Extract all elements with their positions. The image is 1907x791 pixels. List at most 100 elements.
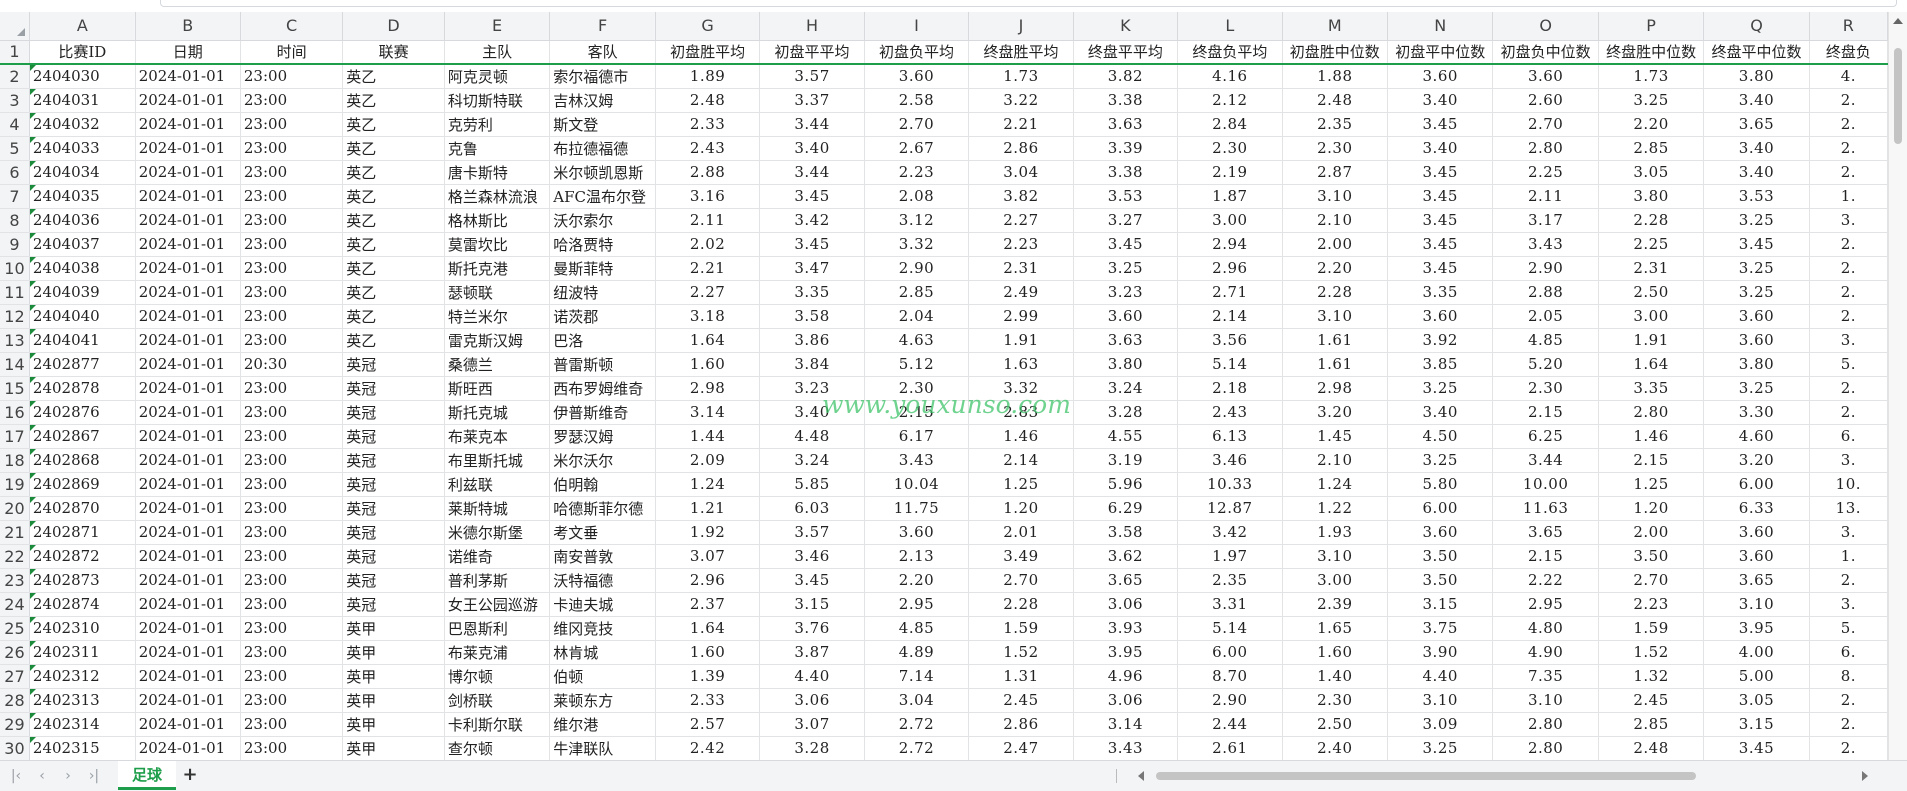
table-cell[interactable]: 6. — [1809, 640, 1888, 665]
table-cell[interactable]: 1.52 — [968, 640, 1074, 665]
table-cell[interactable]: 3.00 — [1598, 304, 1705, 329]
header-cell[interactable]: 初盘胜中位数 — [1282, 40, 1389, 65]
table-cell[interactable]: 女王公园巡游 — [444, 592, 551, 617]
table-cell[interactable]: 3.65 — [1703, 112, 1810, 137]
table-cell[interactable]: 3.07 — [655, 544, 761, 569]
table-cell[interactable]: 3.80 — [1703, 352, 1810, 377]
table-cell[interactable]: 3.60 — [864, 64, 970, 89]
table-cell[interactable]: 1.91 — [968, 328, 1074, 353]
table-cell[interactable]: 2.58 — [864, 88, 970, 113]
table-cell[interactable]: 1. — [1809, 184, 1888, 209]
table-cell[interactable]: 沃特福德 — [549, 568, 656, 593]
column-header[interactable]: A — [29, 12, 136, 41]
table-cell[interactable]: 莱顿东方 — [549, 688, 656, 713]
table-cell[interactable]: 3. — [1809, 448, 1888, 473]
table-cell[interactable]: 英甲 — [342, 616, 445, 641]
table-cell[interactable]: 2402314 — [29, 712, 136, 737]
table-cell[interactable]: 2404034 — [29, 160, 136, 185]
table-cell[interactable]: 2.95 — [1492, 592, 1599, 617]
table-cell[interactable]: 2.49 — [968, 280, 1074, 305]
table-cell[interactable]: 2402871 — [29, 520, 136, 545]
table-cell[interactable]: 3.15 — [1387, 592, 1494, 617]
table-cell[interactable]: 2024-01-01 — [135, 568, 241, 593]
table-cell[interactable]: 3.12 — [864, 208, 970, 233]
table-cell[interactable]: 2404041 — [29, 328, 136, 353]
select-all-corner[interactable] — [0, 12, 30, 41]
table-cell[interactable]: 1.44 — [655, 424, 761, 449]
column-header[interactable]: H — [759, 12, 865, 41]
table-cell[interactable]: 2.11 — [1492, 184, 1599, 209]
table-cell[interactable]: 2.30 — [1282, 136, 1389, 161]
table-cell[interactable]: 2.71 — [1177, 280, 1283, 305]
table-cell[interactable]: 3.10 — [1282, 304, 1389, 329]
table-cell[interactable]: 英乙 — [342, 160, 445, 185]
table-cell[interactable]: 2402315 — [29, 736, 136, 760]
table-cell[interactable]: 2.20 — [1598, 112, 1705, 137]
table-cell[interactable]: 3.15 — [1703, 712, 1810, 737]
table-cell[interactable]: 2.30 — [1177, 136, 1283, 161]
table-cell[interactable]: 23:00 — [240, 520, 344, 545]
table-cell[interactable]: 林肯城 — [549, 640, 656, 665]
table-cell[interactable]: 3.57 — [759, 64, 865, 89]
row-header[interactable]: 29 — [0, 712, 30, 737]
table-cell[interactable]: 23:00 — [240, 232, 344, 257]
table-cell[interactable]: 2402867 — [29, 424, 136, 449]
table-cell[interactable]: 3.32 — [968, 376, 1074, 401]
table-cell[interactable]: 23:00 — [240, 280, 344, 305]
table-cell[interactable]: 3.45 — [759, 232, 865, 257]
table-cell[interactable]: 南安普敦 — [549, 544, 656, 569]
table-cell[interactable]: 3.25 — [1073, 256, 1179, 281]
table-cell[interactable]: 哈洛贾特 — [549, 232, 656, 257]
table-cell[interactable]: 英乙 — [342, 136, 445, 161]
table-cell[interactable]: 3.65 — [1492, 520, 1599, 545]
table-cell[interactable]: 2404035 — [29, 184, 136, 209]
table-cell[interactable]: 2402870 — [29, 496, 136, 521]
table-cell[interactable]: 2024-01-01 — [135, 592, 241, 617]
header-cell[interactable]: 终盘胜中位数 — [1598, 40, 1705, 65]
table-cell[interactable]: 3.95 — [1703, 616, 1810, 641]
table-cell[interactable]: 2024-01-01 — [135, 328, 241, 353]
table-cell[interactable]: 3.04 — [968, 160, 1074, 185]
table-cell[interactable]: 4.48 — [759, 424, 865, 449]
table-cell[interactable]: 3.50 — [1387, 568, 1494, 593]
table-cell[interactable]: 23:00 — [240, 448, 344, 473]
table-cell[interactable]: 1.61 — [1282, 328, 1389, 353]
table-cell[interactable]: 2.70 — [968, 568, 1074, 593]
table-cell[interactable]: 2. — [1809, 88, 1888, 113]
row-header[interactable]: 4 — [0, 112, 30, 137]
table-cell[interactable]: 2.88 — [1492, 280, 1599, 305]
table-cell[interactable]: 英乙 — [342, 256, 445, 281]
table-cell[interactable]: 英冠 — [342, 544, 445, 569]
table-cell[interactable]: 2.23 — [1598, 592, 1705, 617]
table-cell[interactable]: 3.45 — [1703, 232, 1810, 257]
table-cell[interactable]: 3.06 — [1073, 688, 1179, 713]
table-cell[interactable]: 3.38 — [1073, 88, 1179, 113]
table-cell[interactable]: 2.96 — [1177, 256, 1283, 281]
header-cell[interactable]: 终盘平平均 — [1073, 40, 1179, 65]
vertical-scrollbar[interactable] — [1888, 12, 1907, 760]
table-cell[interactable]: 2.90 — [1492, 256, 1599, 281]
sheet-tab-football[interactable]: 足球 — [118, 761, 176, 790]
table-cell[interactable]: 伯顿 — [549, 664, 656, 689]
table-cell[interactable]: 3.53 — [1073, 184, 1179, 209]
table-cell[interactable]: 2.30 — [1282, 688, 1389, 713]
table-cell[interactable]: 1.24 — [655, 472, 761, 497]
table-cell[interactable]: 普雷斯顿 — [549, 352, 656, 377]
table-cell[interactable]: 1.40 — [1282, 664, 1389, 689]
table-cell[interactable]: 2.85 — [864, 280, 970, 305]
column-header[interactable]: L — [1177, 12, 1283, 41]
table-cell[interactable]: 3.31 — [1177, 592, 1283, 617]
table-cell[interactable]: 2.98 — [655, 376, 761, 401]
table-cell[interactable]: 3.80 — [1073, 352, 1179, 377]
table-cell[interactable]: 2.21 — [655, 256, 761, 281]
next-sheet-icon[interactable]: › — [58, 766, 78, 786]
row-header[interactable]: 7 — [0, 184, 30, 209]
table-cell[interactable]: 4. — [1809, 64, 1888, 89]
table-cell[interactable]: 2404033 — [29, 136, 136, 161]
table-cell[interactable]: 3. — [1809, 208, 1888, 233]
table-cell[interactable]: 10.00 — [1492, 472, 1599, 497]
table-cell[interactable]: 卡利斯尔联 — [444, 712, 551, 737]
table-cell[interactable]: 1.89 — [655, 64, 761, 89]
table-cell[interactable]: 3.75 — [1387, 616, 1494, 641]
table-cell[interactable]: 3.25 — [1703, 280, 1810, 305]
